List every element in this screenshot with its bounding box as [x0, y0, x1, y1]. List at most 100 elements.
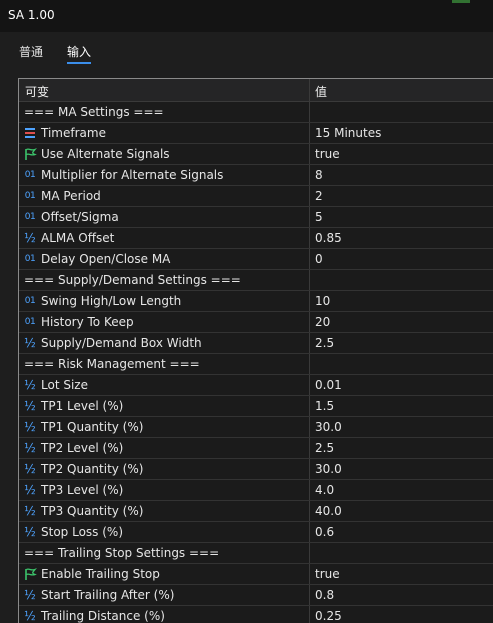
table-row[interactable]: ½ TP3 Quantity (%) 40.0: [19, 501, 493, 522]
table-row[interactable]: ½ Stop Loss (%) 0.6: [19, 522, 493, 543]
integer-type-icon: 01: [24, 212, 36, 222]
double-type-icon: ½: [24, 231, 36, 245]
variable-value[interactable]: 8: [315, 168, 323, 182]
section-label: === Risk Management ===: [24, 357, 200, 371]
table-row[interactable]: 01 History To Keep 20: [19, 312, 493, 333]
table-body: === MA Settings === Timeframe 15 Minutes Us…: [19, 102, 493, 623]
variable-value[interactable]: 1.5: [315, 399, 334, 413]
variable-label: Timeframe: [41, 126, 106, 140]
double-type-icon: ½: [24, 609, 36, 623]
integer-type-icon: 01: [24, 254, 36, 264]
variable-label: Offset/Sigma: [41, 210, 119, 224]
double-type-icon: ½: [24, 588, 36, 602]
double-type-icon: ½: [24, 378, 36, 392]
integer-type-icon: 01: [24, 170, 36, 180]
variable-label: TP2 Level (%): [41, 441, 124, 455]
tab-strip: 普通 输入: [0, 32, 493, 72]
variable-value[interactable]: 40.0: [315, 504, 342, 518]
title-bar: SA 1.00: [0, 0, 493, 32]
boolean-flag-icon: [23, 147, 37, 161]
variable-label: Lot Size: [41, 378, 88, 392]
variable-value[interactable]: 0.85: [315, 231, 342, 245]
variable-label: Trailing Distance (%): [41, 609, 165, 623]
variable-value[interactable]: 20: [315, 315, 330, 329]
integer-type-icon: 01: [24, 317, 36, 327]
variable-label: TP2 Quantity (%): [41, 462, 144, 476]
table-row[interactable]: ½ Trailing Distance (%) 0.25: [19, 606, 493, 623]
table-row[interactable]: 01 MA Period 2: [19, 186, 493, 207]
variable-value[interactable]: true: [315, 147, 340, 161]
variable-label: Stop Loss (%): [41, 525, 123, 539]
column-header-value[interactable]: 值: [315, 83, 327, 100]
variable-label: Start Trailing After (%): [41, 588, 175, 602]
section-row[interactable]: === Risk Management ===: [19, 354, 493, 375]
tab-common[interactable]: 普通: [19, 43, 43, 60]
double-type-icon: ½: [24, 420, 36, 434]
double-type-icon: ½: [24, 399, 36, 413]
double-type-icon: ½: [24, 441, 36, 455]
variable-value[interactable]: 0.6: [315, 525, 334, 539]
section-row[interactable]: === Trailing Stop Settings ===: [19, 543, 493, 564]
variable-value[interactable]: 30.0: [315, 462, 342, 476]
variable-value[interactable]: 2: [315, 189, 323, 203]
table-row[interactable]: ½ ALMA Offset 0.85: [19, 228, 493, 249]
table-row[interactable]: ½ Lot Size 0.01: [19, 375, 493, 396]
table-row[interactable]: ½ TP1 Quantity (%) 30.0: [19, 417, 493, 438]
tab-inputs[interactable]: 输入: [67, 43, 91, 60]
table-row[interactable]: 01 Delay Open/Close MA 0: [19, 249, 493, 270]
variable-value[interactable]: 5: [315, 210, 323, 224]
variable-label: History To Keep: [41, 315, 134, 329]
window-title: SA 1.00: [8, 8, 55, 22]
variable-label: Use Alternate Signals: [41, 147, 170, 161]
variable-value[interactable]: 4.0: [315, 483, 334, 497]
double-type-icon: ½: [24, 336, 36, 350]
variable-label: Delay Open/Close MA: [41, 252, 171, 266]
variable-label: TP1 Quantity (%): [41, 420, 144, 434]
integer-type-icon: 01: [24, 191, 36, 201]
variable-value[interactable]: 0.8: [315, 588, 334, 602]
variable-value[interactable]: 15 Minutes: [315, 126, 381, 140]
active-tab-indicator: [67, 62, 91, 64]
table-row[interactable]: Enable Trailing Stop true: [19, 564, 493, 585]
table-row[interactable]: ½ Supply/Demand Box Width 2.5: [19, 333, 493, 354]
variable-value[interactable]: 2.5: [315, 336, 334, 350]
table-row[interactable]: ½ TP3 Level (%) 4.0: [19, 480, 493, 501]
variable-value[interactable]: 30.0: [315, 420, 342, 434]
section-label: === Supply/Demand Settings ===: [24, 273, 241, 287]
section-label: === MA Settings ===: [24, 105, 164, 119]
table-row[interactable]: 01 Swing High/Low Length 10: [19, 291, 493, 312]
variable-label: Swing High/Low Length: [41, 294, 182, 308]
variable-value[interactable]: 0.25: [315, 609, 342, 623]
variable-label: TP1 Level (%): [41, 399, 124, 413]
titlebar-accent: [452, 0, 470, 3]
table-row[interactable]: ½ TP2 Quantity (%) 30.0: [19, 459, 493, 480]
variable-label: Enable Trailing Stop: [41, 567, 160, 581]
table-row[interactable]: ½ TP2 Level (%) 2.5: [19, 438, 493, 459]
table-row[interactable]: 01 Multiplier for Alternate Signals 8: [19, 165, 493, 186]
integer-type-icon: 01: [24, 296, 36, 306]
variable-value[interactable]: true: [315, 567, 340, 581]
variable-value[interactable]: 0.01: [315, 378, 342, 392]
timeframe-icon: [23, 126, 37, 140]
variable-label: TP3 Level (%): [41, 483, 124, 497]
double-type-icon: ½: [24, 483, 36, 497]
table-row[interactable]: 01 Offset/Sigma 5: [19, 207, 493, 228]
boolean-flag-icon: [23, 567, 37, 581]
double-type-icon: ½: [24, 504, 36, 518]
section-row[interactable]: === MA Settings ===: [19, 102, 493, 123]
section-row[interactable]: === Supply/Demand Settings ===: [19, 270, 493, 291]
variable-value[interactable]: 0: [315, 252, 323, 266]
inputs-table: 可变 值 === MA Settings === Timeframe 15 Minu…: [18, 78, 493, 623]
double-type-icon: ½: [24, 462, 36, 476]
column-header-variable[interactable]: 可变: [25, 83, 49, 100]
variable-value[interactable]: 2.5: [315, 441, 334, 455]
table-row[interactable]: ½ TP1 Level (%) 1.5: [19, 396, 493, 417]
table-row[interactable]: ½ Start Trailing After (%) 0.8: [19, 585, 493, 606]
table-row[interactable]: Timeframe 15 Minutes: [19, 123, 493, 144]
variable-label: Multiplier for Alternate Signals: [41, 168, 224, 182]
double-type-icon: ½: [24, 525, 36, 539]
variable-value[interactable]: 10: [315, 294, 330, 308]
variable-label: MA Period: [41, 189, 101, 203]
variable-label: ALMA Offset: [41, 231, 115, 245]
table-row[interactable]: Use Alternate Signals true: [19, 144, 493, 165]
